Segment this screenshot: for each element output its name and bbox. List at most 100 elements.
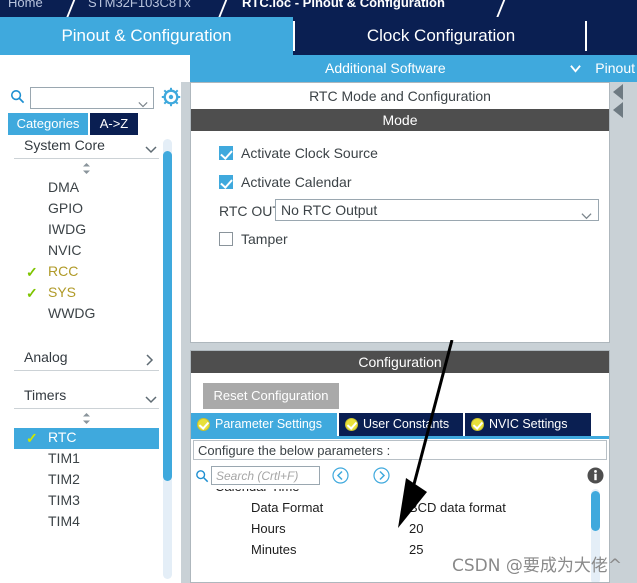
- parameter-search-input[interactable]: Search (Crtl+F): [211, 466, 320, 485]
- chevron-down-icon[interactable]: [145, 391, 157, 404]
- tab-a-to-z[interactable]: A->Z: [90, 113, 138, 135]
- parameter-value[interactable]: 20: [409, 521, 423, 536]
- configuration-tab-bar: Parameter Settings User Constants NVIC S…: [191, 413, 609, 436]
- checkbox-icon[interactable]: [219, 146, 233, 160]
- tab-categories[interactable]: Categories: [8, 113, 88, 135]
- chevron-right-icon[interactable]: [613, 102, 623, 118]
- chevron-down-icon[interactable]: [581, 207, 592, 220]
- component-tree: System Core DMA GPIO IWDG NVIC ✓ RCC ✓ SYS…: [0, 135, 190, 583]
- additional-software-button[interactable]: Additional Software: [325, 60, 446, 76]
- checkbox-icon[interactable]: [219, 175, 233, 189]
- tree-group-timers[interactable]: Timers: [14, 385, 159, 409]
- chevron-down-icon[interactable]: [145, 141, 157, 154]
- breadcrumb-separator: [65, 0, 77, 17]
- breadcrumb-item-current: RTC.ioc - Pinout & Configuration: [242, 0, 445, 10]
- sidebar-category-tabs: Categories A->Z: [0, 113, 190, 135]
- tab-pinout-configuration[interactable]: Pinout & Configuration: [0, 17, 293, 55]
- mode-section-header: Mode: [191, 109, 609, 131]
- sidebar-item-label: NVIC: [48, 242, 82, 258]
- sidebar-item-dma[interactable]: DMA: [14, 178, 159, 199]
- search-input[interactable]: [30, 87, 154, 109]
- sidebar-item-tim3[interactable]: TIM3: [14, 491, 159, 512]
- parameter-group-row[interactable]: Calendar Time: [191, 489, 609, 498]
- parameter-search-row: Search (Crtl+F): [191, 463, 609, 489]
- checkbox-label: Activate Clock Source: [241, 145, 378, 161]
- sidebar-splitter[interactable]: [181, 82, 190, 583]
- tree-group-label: Analog: [24, 349, 68, 365]
- sidebar-item-label: RTC: [48, 429, 77, 445]
- sidebar-item-label: DMA: [48, 179, 80, 195]
- sidebar-item-label: TIM1: [48, 450, 80, 466]
- tab-clock-configuration[interactable]: Clock Configuration: [297, 17, 585, 55]
- breadcrumb-separator: [495, 0, 507, 17]
- tab-divider: [585, 21, 587, 51]
- chevron-left-icon[interactable]: [613, 84, 623, 100]
- breadcrumb-item-device[interactable]: STM32F103C8Tx: [88, 0, 191, 10]
- collapse-all-icon[interactable]: [332, 467, 349, 484]
- parameter-name: Calendar Time: [215, 489, 300, 494]
- parameter-search-placeholder: Search (Crtl+F): [216, 469, 299, 483]
- parameter-scrollbar-thumb[interactable]: [591, 491, 600, 531]
- secondary-bar-left-filler: [0, 55, 190, 82]
- pinout-view-button[interactable]: Pinout: [595, 60, 635, 76]
- chevron-down-icon[interactable]: [570, 63, 581, 74]
- tree-group-analog[interactable]: Analog: [14, 347, 159, 371]
- sidebar-scrollbar-thumb[interactable]: [163, 151, 172, 481]
- rtc-out-select[interactable]: No RTC Output: [275, 199, 599, 221]
- sidebar-item-sys[interactable]: ✓ SYS: [14, 283, 159, 304]
- page-title: RTC Mode and Configuration: [191, 83, 609, 109]
- tab-underline: [191, 436, 609, 439]
- parameter-value[interactable]: 25: [409, 542, 423, 557]
- sidebar-item-label: TIM2: [48, 471, 80, 487]
- watermark: CSDN @要成为大佬^: [452, 556, 623, 576]
- check-circle-icon: [345, 418, 358, 431]
- sidebar-item-tim2[interactable]: TIM2: [14, 470, 159, 491]
- parameter-name: Data Format: [251, 500, 324, 515]
- component-sidebar: Categories A->Z System Core DMA GPIO IWD…: [0, 82, 190, 583]
- parameter-name: Hours: [251, 521, 286, 536]
- gear-icon[interactable]: [161, 87, 181, 107]
- sidebar-item-label: IWDG: [48, 221, 87, 237]
- tab-nvic-settings[interactable]: NVIC Settings: [465, 413, 591, 436]
- chevron-down-icon[interactable]: [138, 95, 148, 108]
- sidebar-search-row: [0, 82, 190, 112]
- sidebar-item-nvic[interactable]: NVIC: [14, 241, 159, 262]
- configuration-section-header: Configuration: [191, 351, 609, 373]
- panel-splitter[interactable]: [190, 343, 637, 350]
- chevron-right-icon[interactable]: [145, 353, 157, 366]
- checkbox-label: Activate Calendar: [241, 174, 352, 190]
- tree-group-system-core[interactable]: System Core: [14, 135, 159, 159]
- sidebar-item-label: GPIO: [48, 200, 84, 216]
- sidebar-item-iwdg[interactable]: IWDG: [14, 220, 159, 241]
- info-icon[interactable]: [587, 467, 604, 484]
- check-icon: ✓: [26, 285, 38, 301]
- check-circle-icon: [471, 418, 484, 431]
- sidebar-item-label: TIM3: [48, 492, 80, 508]
- check-circle-icon: [197, 418, 210, 431]
- tab-parameter-settings[interactable]: Parameter Settings: [191, 413, 337, 436]
- tree-toggle-icon[interactable]: [204, 489, 209, 490]
- scroll-spinner-icon[interactable]: [80, 162, 93, 175]
- sidebar-item-rtc[interactable]: ✓ RTC: [14, 428, 159, 449]
- checkbox-icon[interactable]: [219, 232, 233, 246]
- breadcrumb: Home STM32F103C8Tx RTC.ioc - Pinout & Co…: [0, 0, 637, 17]
- expand-all-icon[interactable]: [373, 467, 390, 484]
- sidebar-item-gpio[interactable]: GPIO: [14, 199, 159, 220]
- panel-collapse-arrows[interactable]: [613, 84, 627, 126]
- breadcrumb-item-home[interactable]: Home: [8, 0, 43, 10]
- parameter-row-data-format[interactable]: Data Format BCD data format: [191, 498, 609, 519]
- sidebar-item-wwdg[interactable]: WWDG: [14, 304, 159, 325]
- parameter-row-hours[interactable]: Hours 20: [191, 519, 609, 540]
- parameter-value[interactable]: BCD data format: [409, 500, 506, 515]
- stm32cubemx-window: Home STM32F103C8Tx RTC.ioc - Pinout & Co…: [0, 0, 637, 583]
- sidebar-item-rcc[interactable]: ✓ RCC: [14, 262, 159, 283]
- sidebar-item-tim4[interactable]: TIM4: [14, 512, 159, 533]
- tab-user-constants[interactable]: User Constants: [339, 413, 463, 436]
- tab-label: Parameter Settings: [215, 417, 322, 431]
- reset-configuration-button[interactable]: Reset Configuration: [203, 383, 339, 409]
- scroll-spinner-icon[interactable]: [80, 412, 93, 425]
- rtc-configuration-panel: Configuration Reset Configuration Parame…: [190, 350, 610, 583]
- search-icon: [195, 469, 209, 483]
- sidebar-item-tim1[interactable]: TIM1: [14, 449, 159, 470]
- tab-label: User Constants: [363, 417, 450, 431]
